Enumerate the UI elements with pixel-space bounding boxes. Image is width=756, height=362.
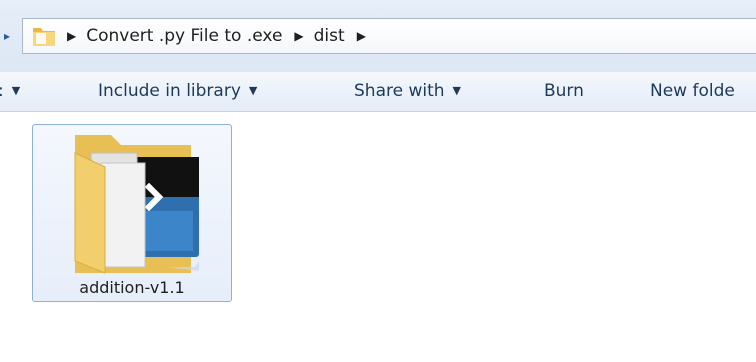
breadcrumb-separator-icon[interactable]: ▶ [294, 29, 303, 43]
chevron-down-icon: ▼ [11, 84, 21, 97]
address-bar[interactable]: ▶ Convert .py File to .exe ▶ dist ▶ [22, 18, 756, 54]
organize-button[interactable]: :▼ [0, 72, 20, 112]
chevron-down-icon: ▼ [248, 84, 258, 97]
burn-button[interactable]: Burn [544, 72, 584, 112]
new-folder-button[interactable]: New folde [650, 72, 735, 112]
address-area: ▸ ▶ Convert .py File to .exe ▶ dist ▶ [0, 0, 756, 72]
file-item[interactable]: addition-v1.1 [32, 124, 232, 302]
breadcrumb-item-dist[interactable]: dist [314, 26, 345, 46]
chevron-down-icon: ▼ [452, 84, 461, 97]
share-with-label: Share with [354, 81, 445, 101]
partial-label: : [0, 81, 4, 101]
breadcrumb-separator-icon[interactable]: ▶ [357, 29, 366, 43]
burn-label: Burn [544, 81, 584, 101]
share-with-button[interactable]: Share with ▼ [354, 72, 461, 112]
include-in-library-label: Include in library [98, 81, 241, 101]
file-name: addition-v1.1 [79, 278, 185, 297]
explorer-window: ▸ ▶ Convert .py File to .exe ▶ dist ▶ :▼… [0, 0, 756, 362]
breadcrumb-separator-icon[interactable]: ▶ [67, 29, 76, 43]
folder-icon [33, 28, 55, 46]
file-list-pane[interactable]: addition-v1.1 [0, 112, 756, 362]
command-toolbar: :▼ Include in library▼ Share with▼ Burn … [0, 72, 756, 112]
new-folder-label: New folde [650, 81, 735, 101]
breadcrumb-item-convert[interactable]: Convert .py File to .exe [86, 26, 282, 46]
include-in-library-button[interactable]: Include in library ▼ [98, 72, 257, 112]
executable-folder-icon [74, 135, 199, 274]
recent-locations-icon[interactable]: ▸ [0, 26, 14, 46]
